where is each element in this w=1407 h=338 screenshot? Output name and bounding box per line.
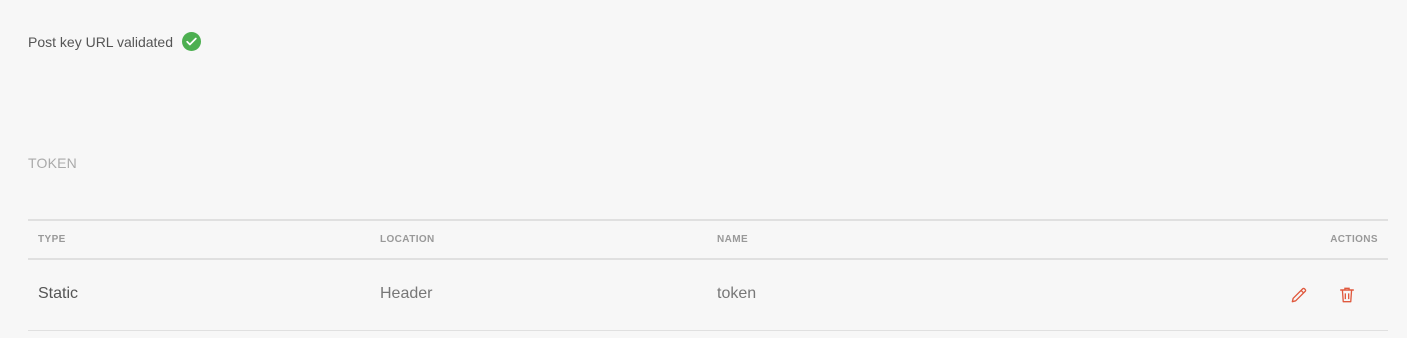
cell-type: Static xyxy=(38,285,79,302)
table-header: TYPE LOCATION NAME ACTIONS xyxy=(28,219,1388,260)
validation-status-text: Post key URL validated xyxy=(28,33,173,50)
delete-icon[interactable] xyxy=(1336,284,1358,306)
table-row: Static Header token xyxy=(28,260,1388,331)
column-header-type: TYPE xyxy=(38,234,66,245)
column-header-name: NAME xyxy=(717,234,749,245)
check-circle-icon xyxy=(182,32,201,51)
column-header-location: LOCATION xyxy=(380,234,435,245)
edit-icon[interactable] xyxy=(1288,284,1310,306)
cell-name: token xyxy=(717,285,757,302)
section-title: TOKEN xyxy=(28,155,77,171)
column-header-actions: ACTIONS xyxy=(1330,234,1378,245)
row-actions xyxy=(1288,284,1358,306)
validation-status: Post key URL validated xyxy=(28,32,201,51)
token-table: TYPE LOCATION NAME ACTIONS Static Header… xyxy=(28,219,1388,331)
cell-location: Header xyxy=(380,285,433,302)
